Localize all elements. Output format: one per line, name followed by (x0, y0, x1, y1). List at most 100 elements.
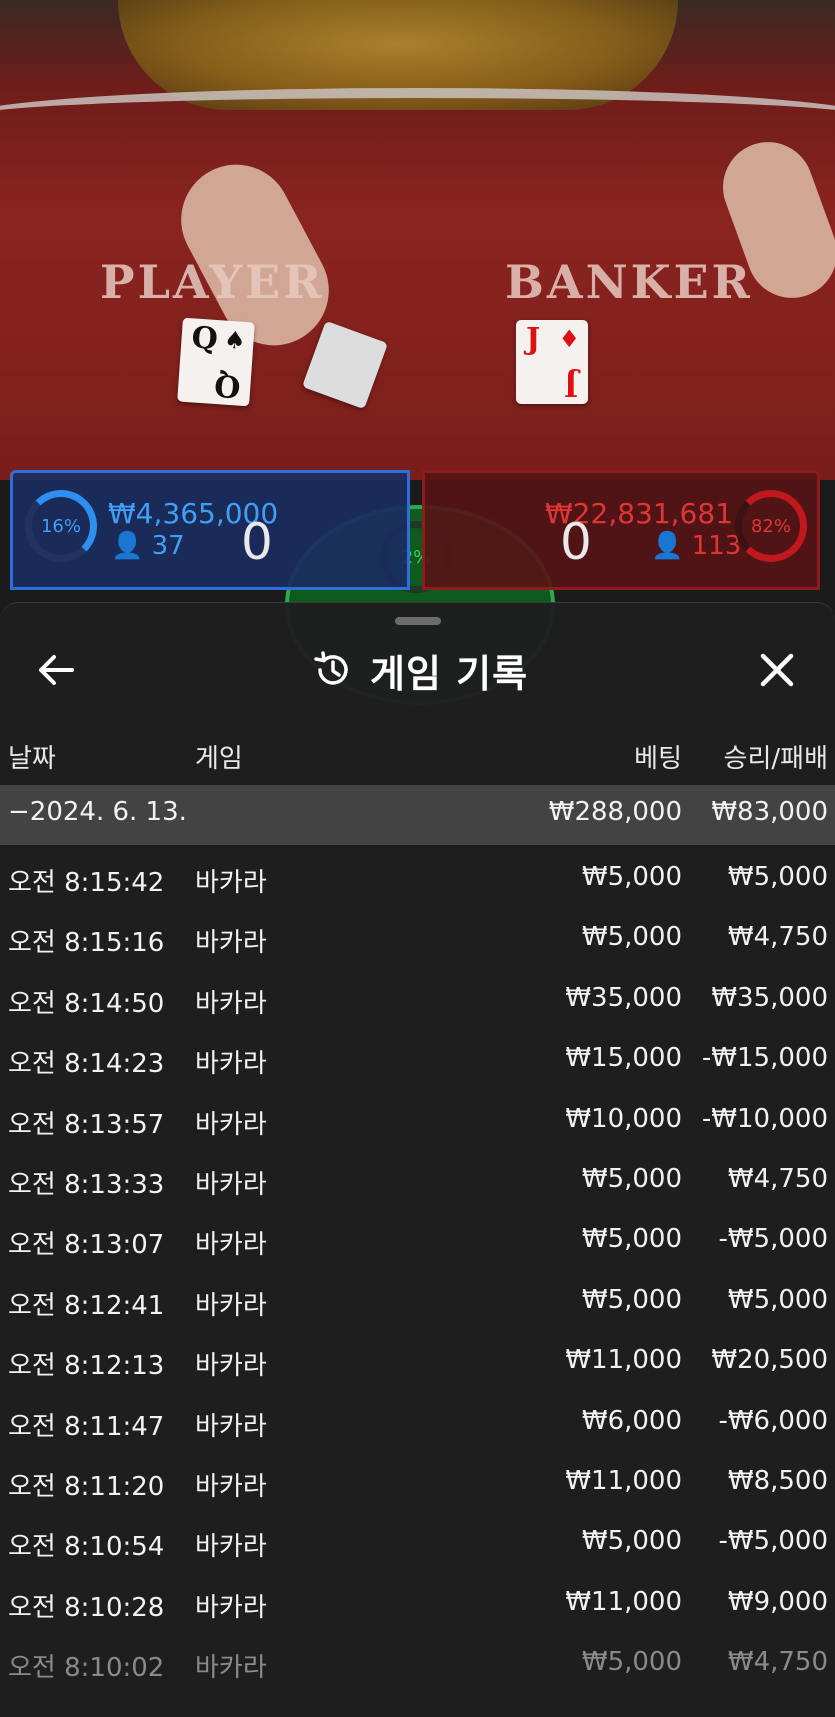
history-bet: ₩5,000 (581, 1284, 682, 1315)
column-header-game: 게임 (195, 744, 243, 774)
history-game: 바카라 (195, 1109, 267, 1140)
player-area-label: PLAYER (100, 255, 325, 309)
player-bettor-count: 👤 37 (111, 531, 185, 561)
history-time: 오전 8:13:33 (8, 1170, 165, 1200)
history-game: 바카라 (195, 928, 267, 959)
history-row[interactable]: 오전 8:10:54 바카라 ₩5,000 -₩5,000 (0, 1514, 835, 1572)
history-bet: ₩5,000 (581, 862, 682, 892)
history-row[interactable]: 오전 8:11:20 바카라 ₩11,000 ₩8,500 (0, 1454, 835, 1512)
player-score: 0 (241, 513, 273, 571)
history-row[interactable]: 오전 8:13:57 바카라 ₩10,000 -₩10,000 (0, 1092, 835, 1150)
history-time: 오전 8:15:42 (8, 868, 165, 898)
history-time: 오전 8:13:07 (8, 1230, 165, 1261)
player-bet-panel: 16% ₩4,365,000 👤 37 0 (10, 470, 410, 590)
history-game: 바카라 (195, 1351, 267, 1382)
banker-card: J ♦ J (516, 320, 588, 404)
history-row[interactable]: 오전 8:15:42 바카라 ₩5,000 ₩5,000 (0, 850, 835, 908)
person-icon: 👤 (111, 531, 144, 561)
history-bet: ₩5,000 (581, 1224, 682, 1255)
history-bet: ₩10,000 (565, 1103, 682, 1134)
date-group-row[interactable]: −2024. 6. 13. ₩288,000 ₩83,000 (0, 785, 835, 845)
banker-percent-ring: 82% (735, 490, 807, 562)
history-bet: ₩5,000 (581, 922, 682, 953)
history-game: 바카라 (195, 1532, 267, 1563)
history-time: 오전 8:10:28 (8, 1592, 165, 1623)
history-bet: ₩15,000 (565, 1043, 682, 1074)
history-game: 바카라 (195, 1049, 267, 1080)
sheet-header: 게임 기록 (0, 628, 835, 710)
history-row[interactable]: 오전 8:11:47 바카라 ₩6,000 -₩6,000 (0, 1394, 835, 1452)
history-row[interactable]: 오전 8:14:50 바카라 ₩35,000 ₩35,000 (0, 971, 835, 1029)
player-card: Q ♠ Q (177, 317, 255, 407)
history-time: 오전 8:11:20 (8, 1472, 165, 1502)
history-row[interactable]: 오전 8:14:23 바카라 ₩15,000 -₩15,000 (0, 1031, 835, 1089)
history-time: 오전 8:14:50 (8, 988, 165, 1019)
table-rail (0, 88, 835, 148)
history-result: -₩5,000 (718, 1224, 828, 1255)
sheet-title: 게임 기록 (370, 651, 529, 696)
history-game: 바카라 (195, 1592, 267, 1623)
history-result: ₩5,000 (727, 862, 828, 892)
history-row[interactable]: 오전 8:13:33 바카라 ₩5,000 ₩4,750 (0, 1152, 835, 1210)
history-row[interactable]: 오전 8:12:13 바카라 ₩11,000 ₩20,500 (0, 1333, 835, 1391)
banker-bettor-count: 👤 113 (651, 531, 742, 561)
history-result: ₩4,750 (727, 922, 828, 953)
history-result: ₩35,000 (711, 982, 828, 1013)
history-time: 오전 8:13:57 (8, 1109, 165, 1140)
history-row[interactable]: 오전 8:12:41 바카라 ₩5,000 ₩5,000 (0, 1273, 835, 1331)
sheet-drag-handle[interactable] (395, 617, 441, 625)
banker-area-label: BANKER (505, 255, 753, 309)
banker-score: 0 (560, 513, 592, 571)
close-button[interactable] (755, 648, 799, 692)
history-game: 바카라 (195, 988, 267, 1019)
sheet-title-group: 게임 기록 (312, 642, 528, 698)
history-time: 오전 8:15:16 (8, 928, 165, 959)
banker-bet-panel: ₩22,831,681 👤 113 0 82% (422, 470, 820, 590)
arrow-left-icon (39, 655, 74, 685)
history-row[interactable]: 오전 8:15:16 바카라 ₩5,000 ₩4,750 (0, 910, 835, 968)
history-result: -₩5,000 (718, 1526, 828, 1557)
history-row[interactable]: 오전 8:13:07 바카라 ₩5,000 -₩5,000 (0, 1212, 835, 1270)
person-icon: 👤 (651, 531, 684, 561)
history-game: 바카라 (195, 1290, 267, 1321)
column-header-date: 날짜 (8, 744, 56, 774)
history-row[interactable]: 오전 8:10:02 바카라 ₩5,000 ₩4,750 (0, 1635, 835, 1693)
date-group-result-total: ₩83,000 (711, 797, 828, 827)
history-game: 바카라 (195, 868, 267, 898)
history-time: 오전 8:14:23 (8, 1049, 165, 1080)
history-result: ₩20,500 (711, 1345, 828, 1376)
history-game: 바카라 (195, 1653, 267, 1684)
history-icon (314, 651, 348, 685)
date-group-label: −2024. 6. 13. (8, 797, 187, 827)
history-result: ₩5,000 (727, 1284, 828, 1315)
history-time: 오전 8:12:13 (8, 1351, 165, 1382)
history-result: ₩9,000 (727, 1586, 828, 1617)
date-group-bet-total: ₩288,000 (548, 797, 682, 827)
column-header-bet: 베팅 (634, 744, 682, 774)
history-time: 오전 8:12:41 (8, 1290, 165, 1321)
history-bet: ₩5,000 (581, 1526, 682, 1557)
history-result: ₩8,500 (727, 1466, 828, 1496)
history-time: 오전 8:10:54 (8, 1532, 165, 1563)
history-game: 바카라 (195, 1230, 267, 1261)
history-result: -₩10,000 (701, 1103, 828, 1134)
back-button[interactable] (34, 650, 78, 690)
player-percent-ring: 16% (25, 490, 97, 562)
history-bet: ₩11,000 (565, 1586, 682, 1617)
history-bet: ₩5,000 (581, 1647, 682, 1678)
column-header-result: 승리/패배 (723, 744, 828, 774)
history-row[interactable]: 오전 8:10:28 바카라 ₩11,000 ₩9,000 (0, 1575, 835, 1633)
close-icon (760, 653, 794, 687)
history-game: 바카라 (195, 1472, 267, 1502)
history-result: ₩4,750 (727, 1647, 828, 1678)
history-bet: ₩11,000 (565, 1345, 682, 1376)
history-result: -₩15,000 (701, 1043, 828, 1074)
history-result: ₩4,750 (727, 1164, 828, 1194)
history-game: 바카라 (195, 1170, 267, 1200)
history-result: -₩6,000 (718, 1405, 828, 1436)
history-time: 오전 8:11:47 (8, 1411, 165, 1442)
history-bet: ₩11,000 (565, 1466, 682, 1496)
history-bet: ₩5,000 (581, 1164, 682, 1194)
history-game: 바카라 (195, 1411, 267, 1442)
history-bet: ₩6,000 (581, 1405, 682, 1436)
